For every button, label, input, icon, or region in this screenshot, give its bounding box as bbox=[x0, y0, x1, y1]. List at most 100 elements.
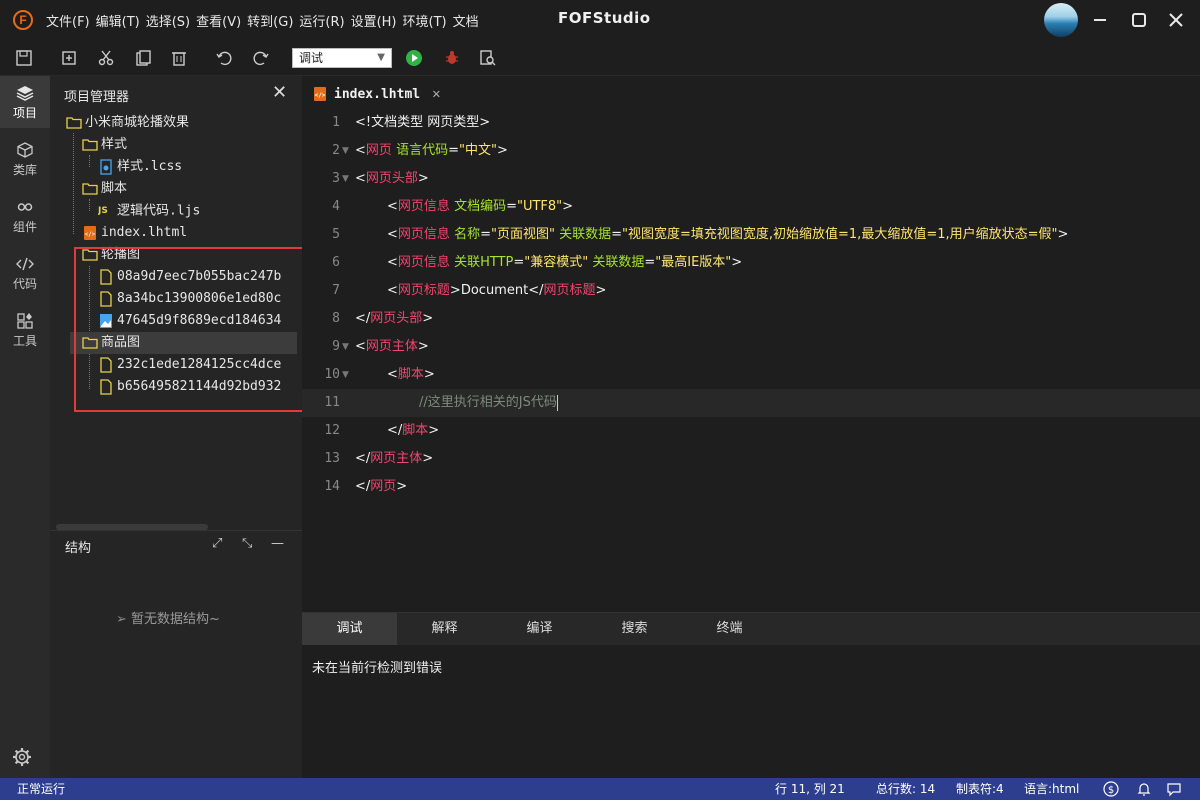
code-line: 10 ▼ <脚本> bbox=[302, 361, 1200, 389]
code-line: 3 ▼ <网页头部> bbox=[302, 165, 1200, 193]
close-icon[interactable]: ✕ bbox=[272, 82, 287, 103]
editor-tab-bar: </> index.lhtml ✕ bbox=[302, 76, 1200, 108]
status-language[interactable]: 语言:html bbox=[1024, 778, 1079, 800]
svg-text:</>: </> bbox=[315, 92, 326, 99]
maximize-icon[interactable] bbox=[1127, 8, 1151, 32]
divider bbox=[50, 530, 302, 531]
structure-empty-message: ➢ 暂无数据结构~ bbox=[116, 608, 220, 627]
fold-chevron-icon[interactable]: ▼ bbox=[342, 165, 349, 193]
avatar[interactable] bbox=[1044, 3, 1078, 37]
menu-settings[interactable]: 设置(H) bbox=[351, 11, 397, 30]
activity-tools[interactable]: 工具 bbox=[0, 304, 50, 356]
status-bar: 正常运行 行 11, 列 21 总行数: 14 制表符:4 语言:html $ bbox=[0, 778, 1200, 800]
menu-view[interactable]: 查看(V) bbox=[196, 11, 241, 30]
close-icon[interactable] bbox=[1164, 8, 1188, 32]
tab-index-lhtml[interactable]: </> index.lhtml ✕ bbox=[312, 80, 441, 108]
undo-icon[interactable] bbox=[215, 49, 233, 67]
text-cursor bbox=[556, 394, 558, 411]
code-line: 7 <网页标题>Document</网页标题> bbox=[302, 277, 1200, 305]
tree-file-scripts[interactable]: JS 逻辑代码.ljs bbox=[98, 200, 200, 222]
code-attr: 语言代码 bbox=[396, 143, 449, 158]
code-editor[interactable]: 1 <!文档类型 网页类型> 2 ▼ <网页 语言代码="中文"> 3 ▼ <网… bbox=[302, 108, 1200, 612]
feedback-icon[interactable] bbox=[1166, 778, 1182, 800]
collapse-icon[interactable]: ⤡ bbox=[242, 536, 252, 551]
code-text: <!文档类型 网页类型> bbox=[355, 115, 491, 130]
cut-icon[interactable] bbox=[97, 49, 115, 67]
minimize-panel-icon[interactable]: — bbox=[271, 536, 284, 551]
tree-file-styles[interactable]: 样式.lcss bbox=[98, 156, 182, 178]
code-line: 1 <!文档类型 网页类型> bbox=[302, 109, 1200, 137]
run-icon[interactable] bbox=[405, 49, 423, 67]
code-line: 8 </网页头部> bbox=[302, 305, 1200, 333]
code-icon bbox=[16, 257, 34, 271]
tab-search[interactable]: 搜索 bbox=[587, 613, 682, 645]
folder-open-icon bbox=[66, 117, 82, 129]
tree-folder-scripts-label: 脚本 bbox=[101, 181, 128, 196]
svg-text:$: $ bbox=[1108, 785, 1114, 796]
gear-icon[interactable] bbox=[11, 746, 33, 768]
tree-guide bbox=[89, 155, 90, 167]
tab-debug[interactable]: 调试 bbox=[302, 613, 397, 645]
activity-components[interactable]: 组件 bbox=[0, 190, 50, 242]
code-tag: 网页主体 bbox=[365, 339, 418, 354]
app-title: FOFStudio bbox=[558, 9, 651, 27]
code-tag: 网页头部 bbox=[370, 311, 423, 326]
menu-file[interactable]: 文件(F) bbox=[46, 11, 90, 30]
tab-label: index.lhtml bbox=[334, 86, 421, 102]
tab-terminal[interactable]: 终端 bbox=[682, 613, 777, 645]
code-tag: 网页信息 bbox=[397, 199, 450, 214]
tab-interpret[interactable]: 解释 bbox=[397, 613, 492, 645]
expand-icon[interactable]: ⤢ bbox=[212, 536, 222, 551]
bell-icon[interactable] bbox=[1136, 778, 1152, 800]
toolbar bbox=[0, 40, 1200, 76]
panel-tab-bar: 调试 解释 编译 搜索 终端 bbox=[302, 613, 1200, 645]
activity-project[interactable]: 项目 bbox=[0, 76, 50, 128]
grid-icon bbox=[17, 313, 33, 329]
activity-code[interactable]: 代码 bbox=[0, 247, 50, 299]
tree-folder-root[interactable]: 小米商城轮播效果 bbox=[66, 112, 189, 134]
status-cursor-position[interactable]: 行 11, 列 21 bbox=[775, 778, 845, 800]
tab-close-icon[interactable]: ✕ bbox=[432, 86, 440, 102]
menu-run[interactable]: 运行(R) bbox=[299, 11, 344, 30]
code-attr: 关联数据 bbox=[559, 227, 612, 242]
activity-library-label: 类库 bbox=[12, 163, 37, 177]
code-tag: 网页标题 bbox=[397, 283, 450, 298]
new-file-icon[interactable] bbox=[60, 49, 78, 67]
paste-icon[interactable] bbox=[134, 49, 152, 67]
html-file-icon: </> bbox=[314, 87, 326, 101]
tree-folder-styles[interactable]: 样式 bbox=[82, 134, 127, 156]
tree-file-scripts-label: 逻辑代码.ljs bbox=[117, 203, 201, 219]
code-tag: 网页头部 bbox=[365, 171, 418, 186]
debug-bug-icon[interactable] bbox=[443, 49, 461, 67]
menu-docs[interactable]: 文档 bbox=[453, 11, 479, 30]
minimize-icon[interactable] bbox=[1088, 8, 1112, 32]
line-number: 7 bbox=[332, 283, 340, 298]
cube-icon bbox=[17, 142, 33, 158]
save-icon[interactable] bbox=[15, 49, 33, 67]
menu-select[interactable]: 选择(S) bbox=[146, 11, 190, 30]
tab-compile[interactable]: 编译 bbox=[492, 613, 587, 645]
menu-environment[interactable]: 环境(T) bbox=[403, 11, 447, 30]
search-doc-icon[interactable] bbox=[479, 49, 497, 67]
line-number: 9 bbox=[332, 339, 340, 354]
menu-goto[interactable]: 转到(G) bbox=[247, 11, 293, 30]
dollar-icon[interactable]: $ bbox=[1103, 778, 1119, 800]
tree-file-index[interactable]: </> index.lhtml bbox=[82, 222, 187, 244]
code-attr: 关联数据 bbox=[592, 255, 645, 270]
line-number: 4 bbox=[332, 199, 340, 214]
fold-chevron-icon[interactable]: ▼ bbox=[342, 361, 349, 389]
redo-icon[interactable] bbox=[252, 49, 270, 67]
run-mode-select[interactable]: 调试 ▼ bbox=[292, 48, 392, 68]
status-tab-size[interactable]: 制表符:4 bbox=[956, 778, 1004, 800]
folder-open-icon bbox=[82, 139, 98, 151]
line-number: 6 bbox=[332, 255, 340, 270]
menu-edit[interactable]: 编辑(T) bbox=[96, 11, 140, 30]
fold-chevron-icon[interactable]: ▼ bbox=[342, 137, 349, 165]
tree-folder-scripts[interactable]: 脚本 bbox=[82, 178, 127, 200]
activity-library[interactable]: 类库 bbox=[0, 133, 50, 185]
delete-icon[interactable] bbox=[170, 49, 188, 67]
fold-chevron-icon[interactable]: ▼ bbox=[342, 333, 349, 361]
code-string: "UTF8" bbox=[516, 199, 563, 214]
code-line-current: 11 //这里执行相关的JS代码 bbox=[302, 389, 1200, 417]
line-number: 1 bbox=[332, 115, 340, 130]
